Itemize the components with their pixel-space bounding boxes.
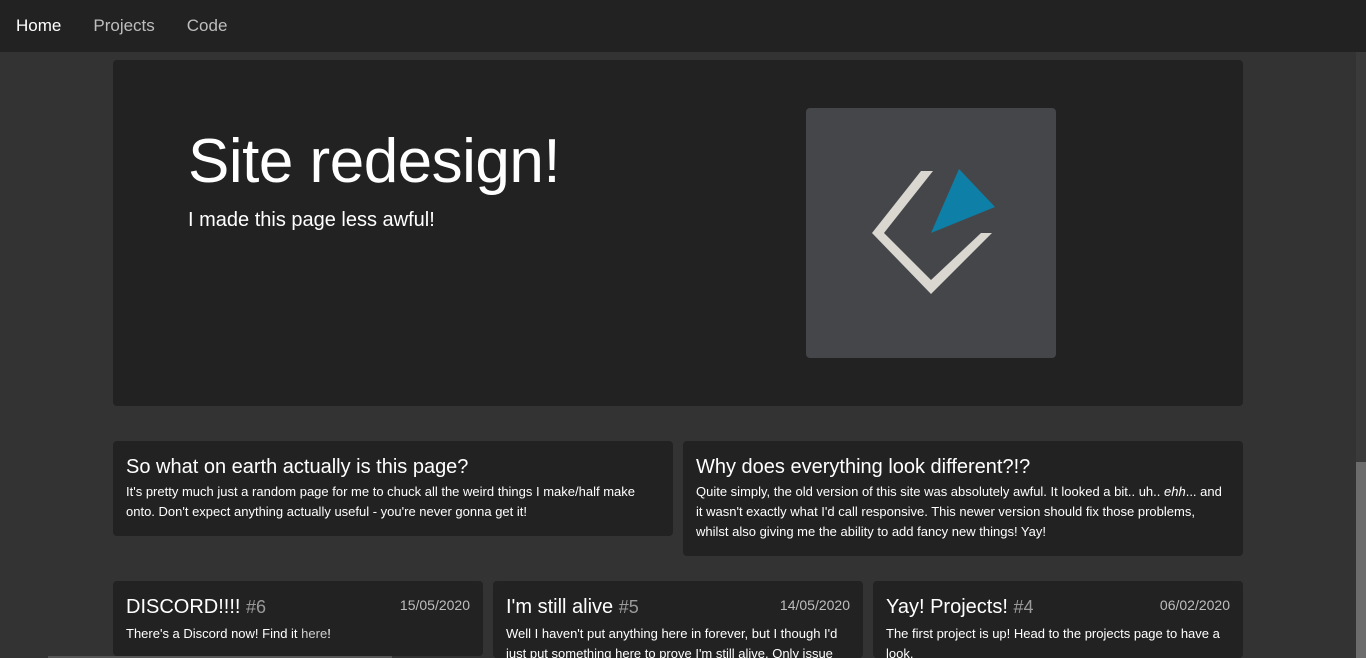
hero-subtitle: I made this page less awful! [188, 209, 435, 231]
hero-title: Site redesign! [188, 127, 561, 196]
info-card-redesign: Why does everything look different?!? Qu… [683, 441, 1243, 556]
post-header: DISCORD!!!! #6 15/05/2020 [126, 596, 470, 619]
post-card: Yay! Projects! #4 06/02/2020 The first p… [873, 581, 1243, 658]
body-text: There's a Discord now! Find it [126, 626, 302, 641]
discord-link[interactable]: here [301, 626, 327, 641]
post-body: There's a Discord now! Find it here! [126, 624, 470, 644]
top-navbar: Home Projects Code [0, 0, 1366, 52]
post-header: Yay! Projects! #4 06/02/2020 [886, 596, 1230, 619]
emphasis-text: ehh [1164, 484, 1186, 499]
hero-banner: Site redesign! I made this page less awf… [113, 60, 1243, 406]
post-date: 14/05/2020 [779, 597, 850, 613]
post-title-text: Yay! Projects! [886, 596, 1008, 618]
post-date: 15/05/2020 [399, 597, 470, 613]
post-card: I'm still alive #5 14/05/2020 Well I hav… [493, 581, 863, 658]
post-title-text: I'm still alive [506, 596, 614, 618]
body-text: Quite simply, the old version of this si… [696, 484, 1164, 499]
site-logo [806, 108, 1056, 358]
info-card-body: It's pretty much just a random page for … [126, 484, 635, 519]
post-card: DISCORD!!!! #6 15/05/2020 There's a Disc… [113, 581, 483, 656]
info-card-body: Quite simply, the old version of this si… [696, 482, 1230, 542]
nav-code-link[interactable]: Code [187, 16, 228, 36]
body-text: ! [327, 626, 331, 641]
info-card-title: So what on earth actually is this page? [126, 456, 469, 478]
post-title: I'm still alive #5 [506, 596, 639, 619]
post-body: The first project is up! Head to the pro… [886, 626, 1220, 658]
logo-icon [872, 169, 995, 294]
post-number: #4 [1013, 597, 1034, 617]
post-date: 06/02/2020 [1159, 597, 1230, 613]
nav-home-link[interactable]: Home [16, 16, 61, 36]
post-number: #5 [618, 597, 639, 617]
scrollbar-thumb[interactable] [1356, 462, 1366, 658]
post-number: #6 [246, 597, 267, 617]
post-header: I'm still alive #5 14/05/2020 [506, 596, 850, 619]
post-title-text: DISCORD!!!! [126, 596, 241, 618]
info-card-about: So what on earth actually is this page? … [113, 441, 673, 536]
info-card-title: Why does everything look different?!? [696, 456, 1031, 478]
nav-projects-link[interactable]: Projects [93, 16, 154, 36]
post-title: Yay! Projects! #4 [886, 596, 1034, 619]
post-title: DISCORD!!!! #6 [126, 596, 266, 619]
post-body: Well I haven't put anything here in fore… [506, 626, 838, 658]
